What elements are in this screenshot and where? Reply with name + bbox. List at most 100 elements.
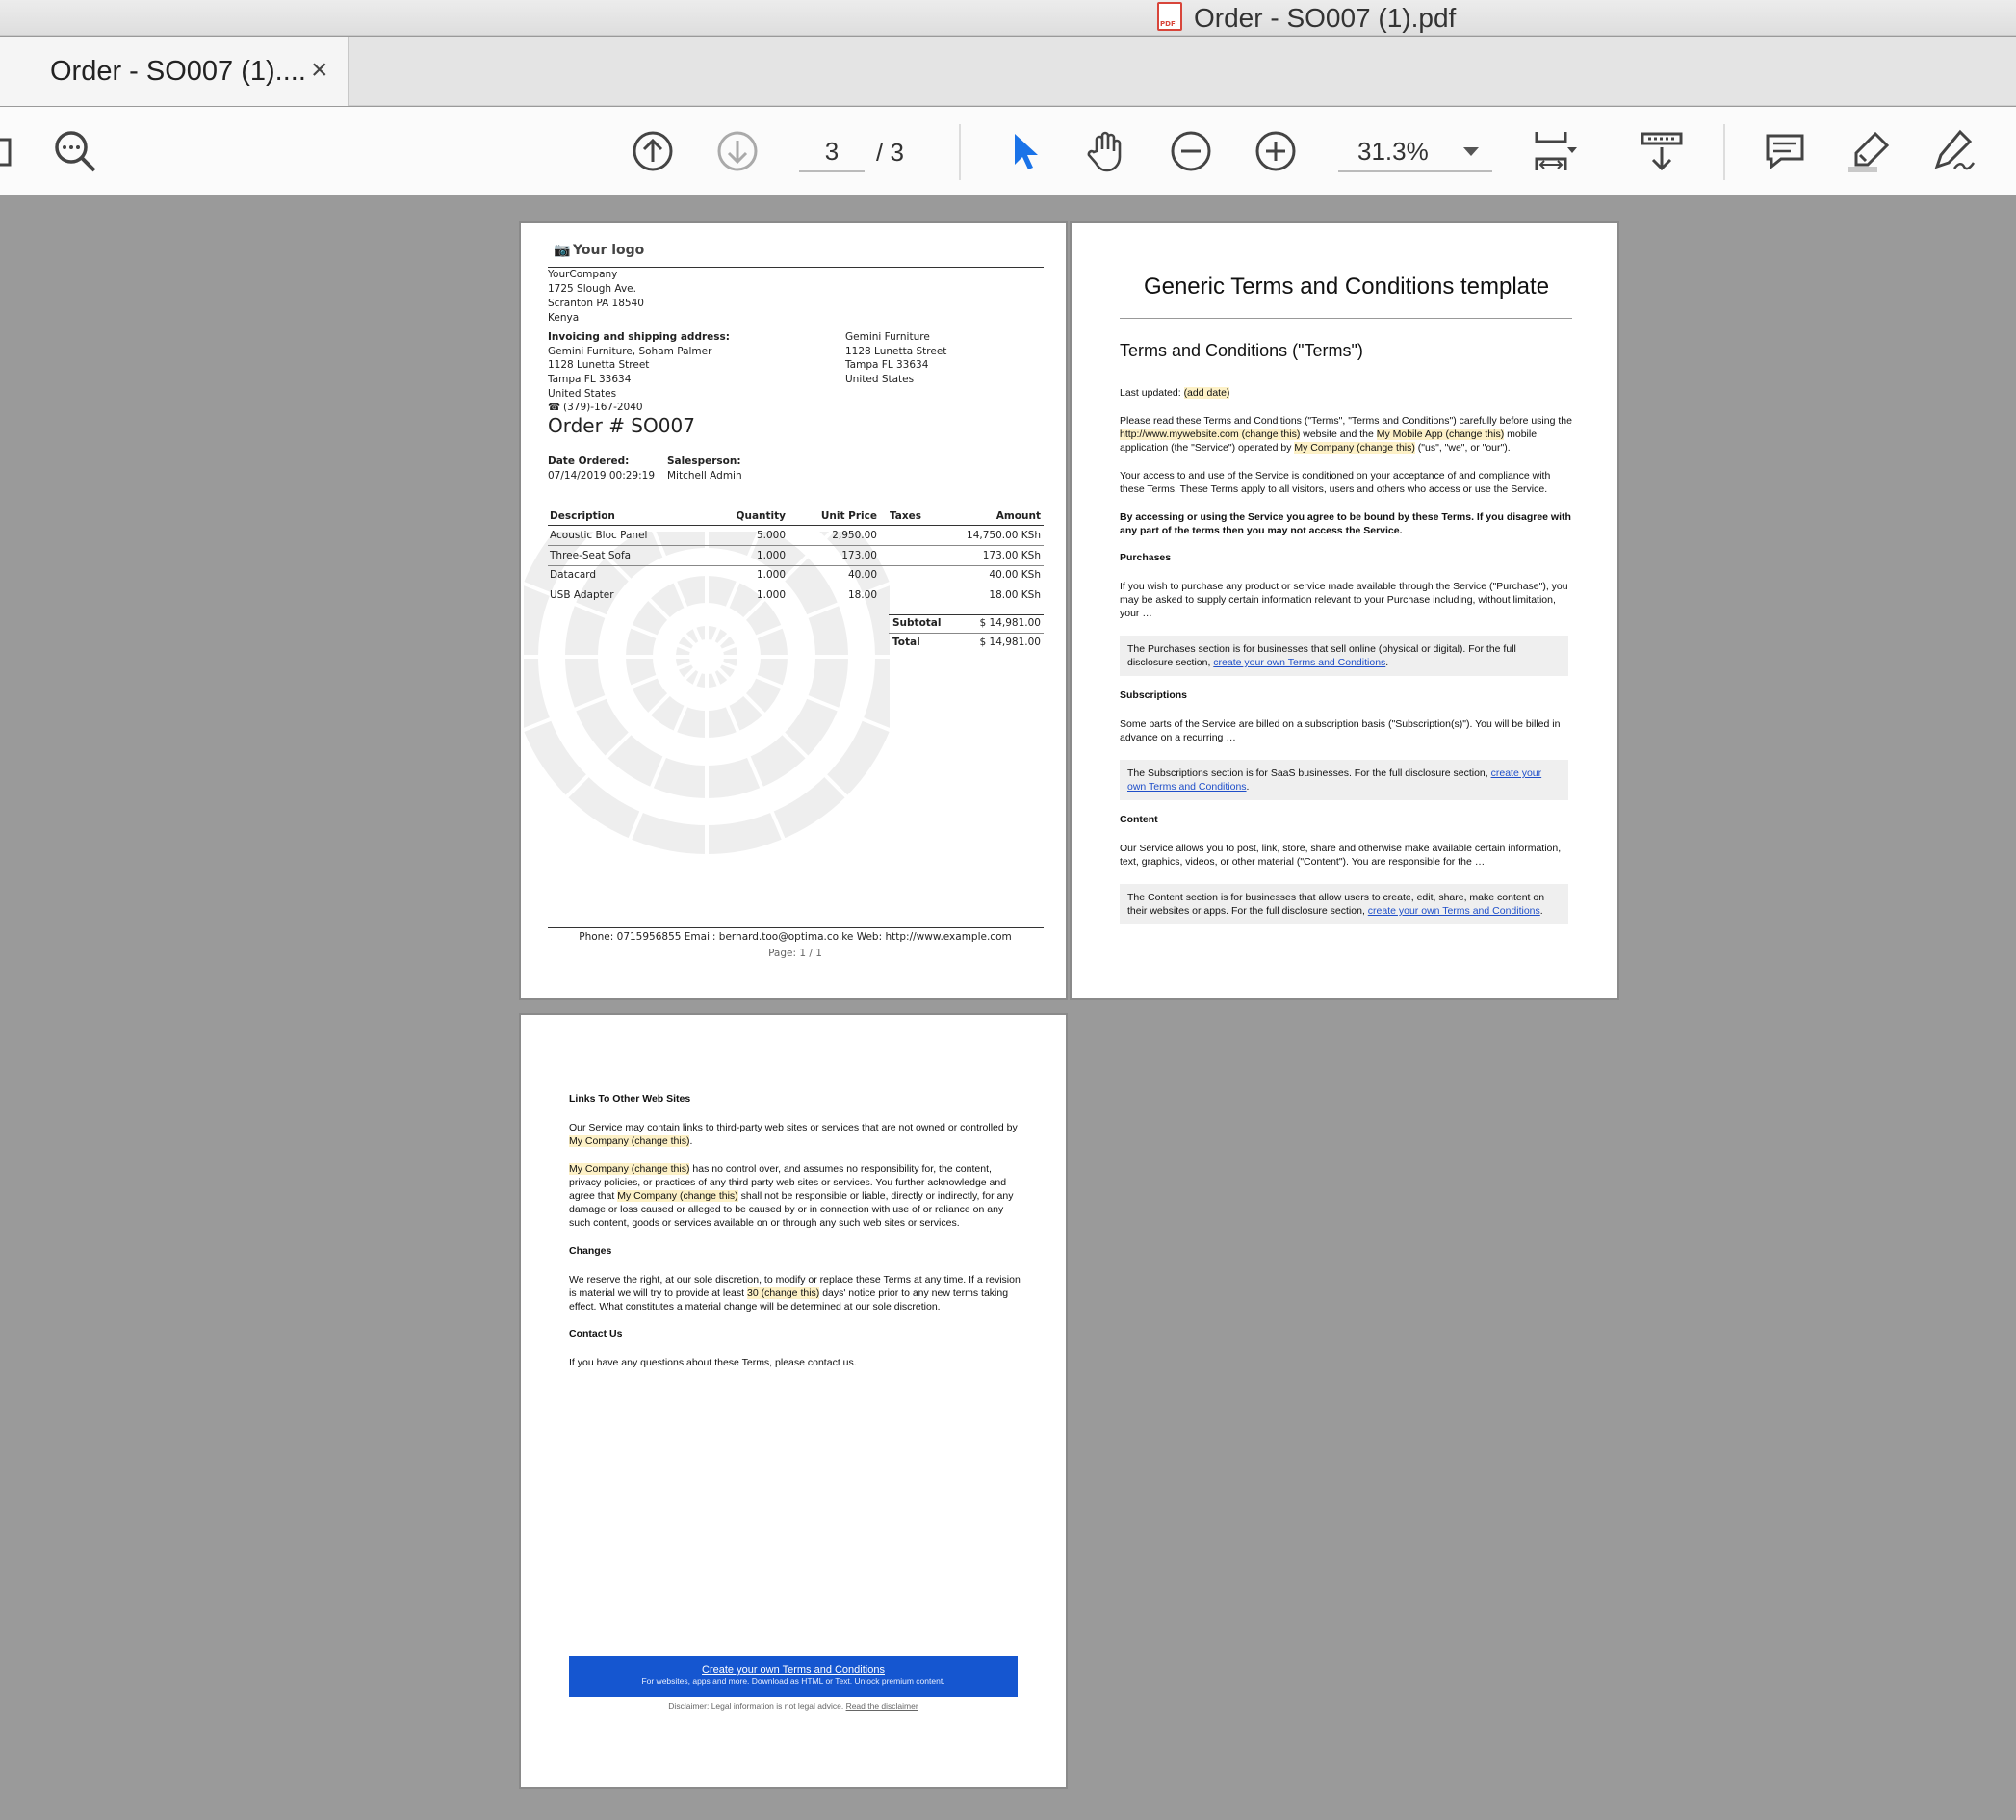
row-description: USB Adapter xyxy=(550,589,614,601)
changes-heading: Changes xyxy=(569,1245,612,1257)
row-unit-price: 18.00 xyxy=(847,589,877,601)
page-up-icon[interactable] xyxy=(626,124,680,178)
col-quantity: Quantity xyxy=(736,510,786,522)
page-total: / 3 xyxy=(876,138,904,167)
page-down-icon[interactable] xyxy=(711,124,764,178)
row-quantity: 1.000 xyxy=(756,569,786,581)
row-unit-price: 40.00 xyxy=(847,569,877,581)
subscriptions-heading: Subscriptions xyxy=(1120,689,1188,701)
zoom-value: 31.3% xyxy=(1357,137,1429,166)
salesperson-value: Mitchell Admin xyxy=(667,470,742,481)
pdf-page-1[interactable]: 📷 Your logo YourCompany 1725 Slough Ave.… xyxy=(519,221,1068,1000)
row-amount: 173.00 KSh xyxy=(982,550,1041,561)
subtotal-rule xyxy=(889,614,1044,615)
content-note: The Content section is for businesses th… xyxy=(1120,884,1568,924)
row-description: Acoustic Bloc Panel xyxy=(550,530,648,541)
total-label: Total xyxy=(892,637,920,648)
pdf-page-2[interactable]: Generic Terms and Conditions template Te… xyxy=(1070,221,1619,1000)
toolbar-separator xyxy=(1723,124,1725,180)
changes-text: We reserve the right, at our sole discre… xyxy=(569,1274,1021,1313)
row-description: Three-Seat Sofa xyxy=(550,550,632,561)
col-description: Description xyxy=(550,510,615,522)
ship-country: United States xyxy=(845,374,915,385)
customer-city: Tampa FL 33634 xyxy=(548,374,632,385)
toolbar: 3 / 3 31.3% xyxy=(0,107,2016,195)
row-divider xyxy=(548,545,1044,546)
highlight-icon[interactable] xyxy=(1843,124,1897,178)
watermark-graphic xyxy=(524,532,890,859)
create-terms-banner-sub: For websites, apps and more. Download as… xyxy=(641,1677,945,1686)
customer-street: 1128 Lunetta Street xyxy=(548,359,650,371)
comment-icon[interactable] xyxy=(1758,124,1812,178)
hand-icon[interactable] xyxy=(1079,124,1133,178)
company-city: Scranton PA 18540 xyxy=(548,298,644,309)
col-unit-price: Unit Price xyxy=(820,510,877,522)
fit-page-icon[interactable] xyxy=(1527,124,1581,178)
tab-bar: Order - SO007 (1).... × xyxy=(0,37,2016,106)
chevron-down-icon xyxy=(1463,147,1479,156)
company-name: YourCompany xyxy=(548,269,618,280)
terms-access: Your access to and use of the Service is… xyxy=(1120,470,1551,495)
links-heading: Links To Other Web Sites xyxy=(569,1093,691,1105)
scroll-mode-icon[interactable] xyxy=(1635,124,1689,178)
terms-intro: Please read these Terms and Conditions (… xyxy=(1120,415,1572,454)
document-tab[interactable]: Order - SO007 (1).... × xyxy=(0,37,349,106)
last-updated: Last updated: (add date) xyxy=(1120,387,1230,399)
customer-name: Gemini Furniture, Soham Palmer xyxy=(548,346,712,357)
window-title: Order - SO007 (1).pdf xyxy=(1194,3,1457,33)
pdf-file-icon xyxy=(1157,2,1182,31)
select-cursor-icon[interactable] xyxy=(997,124,1051,178)
page-number-input[interactable]: 3 xyxy=(799,130,865,172)
terms-subtitle: Terms and Conditions ("Terms") xyxy=(1120,341,1363,360)
salesperson-label: Salesperson: xyxy=(667,455,741,467)
terms-title: Generic Terms and Conditions template xyxy=(1143,273,1550,299)
pdf-page-3[interactable]: Links To Other Web Sites Our Service may… xyxy=(519,1013,1068,1789)
title-rule xyxy=(1120,318,1572,319)
create-terms-link[interactable]: create your own Terms and Conditions xyxy=(1368,905,1540,917)
purchases-text: If you wish to purchase any product or s… xyxy=(1120,581,1568,619)
document-tab-label: Order - SO007 (1).... xyxy=(50,56,306,87)
date-ordered-value: 07/14/2019 00:29:19 xyxy=(548,470,656,481)
page-counter: Page: 1 / 1 xyxy=(768,948,822,959)
ship-city: Tampa FL 33634 xyxy=(845,359,929,371)
ship-name: Gemini Furniture xyxy=(845,331,930,343)
close-tab-icon[interactable]: × xyxy=(311,54,328,87)
company-country: Kenya xyxy=(548,312,580,324)
purchases-heading: Purchases xyxy=(1120,552,1172,563)
links-text-1: Our Service may contain links to third-p… xyxy=(569,1122,1018,1147)
purchases-note: The Purchases section is for businesses … xyxy=(1120,636,1568,676)
contact-text: If you have any questions about these Te… xyxy=(569,1357,857,1368)
zoom-in-icon[interactable] xyxy=(1249,124,1303,178)
row-unit-price: 173.00 xyxy=(841,550,877,561)
subscriptions-note: The Subscriptions section is for SaaS bu… xyxy=(1120,760,1568,800)
search-icon[interactable] xyxy=(48,124,102,178)
sidebar-toggle-icon[interactable] xyxy=(0,124,25,178)
table-header-rule xyxy=(548,525,1044,526)
total-value: $ 14,981.00 xyxy=(979,637,1041,648)
row-amount: 40.00 KSh xyxy=(989,569,1041,581)
logo-camera-icon: 📷 xyxy=(554,243,571,258)
row-unit-price: 2,950.00 xyxy=(832,530,877,541)
create-terms-link[interactable]: create your own Terms and Conditions xyxy=(1213,657,1385,668)
create-terms-banner-title[interactable]: Create your own Terms and Conditions xyxy=(569,1664,1018,1676)
company-logo: Your logo xyxy=(573,243,645,258)
subtotal-value: $ 14,981.00 xyxy=(979,617,1041,629)
header-rule xyxy=(548,267,1044,268)
sign-icon[interactable] xyxy=(1927,124,1981,178)
phone-icon: ☎ xyxy=(548,402,561,413)
row-description: Datacard xyxy=(550,569,597,581)
create-terms-banner[interactable]: Create your own Terms and Conditions For… xyxy=(569,1656,1018,1697)
zoom-out-icon[interactable] xyxy=(1164,124,1218,178)
address-label: Invoicing and shipping address: xyxy=(548,331,730,343)
contact-heading: Contact Us xyxy=(569,1328,623,1339)
company-street: 1725 Slough Ave. xyxy=(548,283,636,295)
row-quantity: 1.000 xyxy=(756,589,786,601)
read-disclaimer-link[interactable]: Read the disclaimer xyxy=(846,1702,918,1711)
footer-rule xyxy=(548,927,1044,928)
zoom-select[interactable]: 31.3% xyxy=(1338,130,1492,172)
content-heading: Content xyxy=(1120,814,1158,825)
subtotal-label: Subtotal xyxy=(892,617,942,629)
order-footer: Phone: 0715956855 Email: bernard.too@opt… xyxy=(579,931,1012,943)
row-amount: 14,750.00 KSh xyxy=(967,530,1041,541)
content-text: Our Service allows you to post, link, st… xyxy=(1120,843,1562,868)
